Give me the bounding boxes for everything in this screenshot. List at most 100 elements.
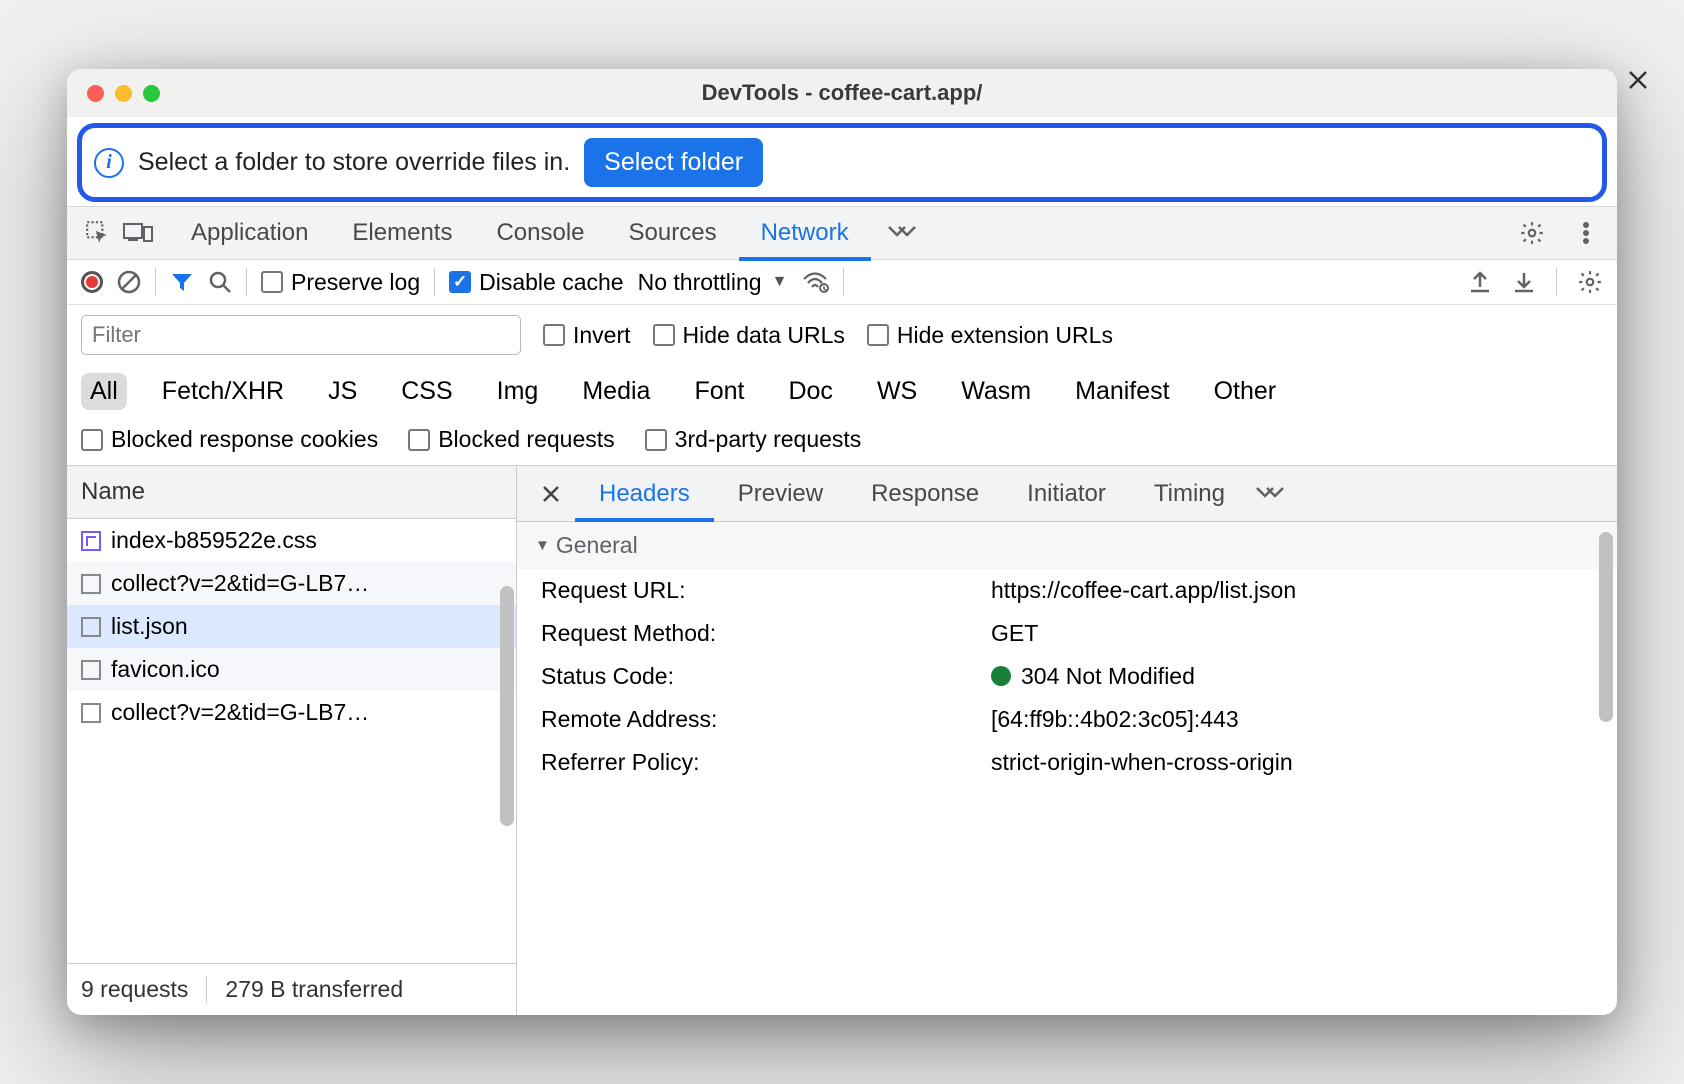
request-count: 9 requests (81, 976, 188, 1003)
kv-key: Request Method: (541, 620, 991, 647)
invert-checkbox[interactable]: Invert (543, 322, 631, 349)
network-settings-icon[interactable] (1577, 269, 1603, 295)
disable-cache-checkbox[interactable]: Disable cache (449, 269, 623, 296)
document-icon (81, 703, 101, 723)
main-tabs-bar: Application Elements Console Sources Net… (67, 206, 1617, 260)
device-toggle-icon[interactable] (121, 216, 155, 250)
request-name: favicon.ico (111, 656, 220, 683)
detail-tab-preview[interactable]: Preview (714, 466, 847, 522)
third-party-checkbox[interactable]: 3rd-party requests (645, 426, 862, 453)
invert-label: Invert (573, 322, 631, 349)
hide-extension-urls-checkbox[interactable]: Hide extension URLs (867, 322, 1113, 349)
type-img[interactable]: Img (488, 373, 548, 410)
column-header-name[interactable]: Name (67, 466, 516, 519)
separator (843, 268, 844, 296)
type-all[interactable]: All (81, 373, 127, 410)
more-detail-tabs-icon[interactable] (1255, 484, 1285, 504)
preserve-log-checkbox[interactable]: Preserve log (261, 269, 420, 296)
kv-row: Request URL:https://coffee-cart.app/list… (517, 569, 1617, 612)
request-row[interactable]: collect?v=2&tid=G-LB7… (67, 562, 516, 605)
filter-icon[interactable] (170, 270, 194, 294)
checkbox-icon (408, 429, 430, 451)
infobar-container: i Select a folder to store override file… (67, 117, 1617, 206)
detail-tab-initiator[interactable]: Initiator (1003, 466, 1130, 522)
inspect-icon[interactable] (81, 216, 115, 250)
close-detail-icon[interactable] (527, 484, 575, 504)
titlebar: DevTools - coffee-cart.app/ (67, 69, 1617, 117)
network-conditions-icon[interactable] (801, 270, 829, 294)
resource-types-bar: All Fetch/XHR JS CSS Img Media Font Doc … (67, 365, 1617, 418)
minimize-window-button[interactable] (115, 85, 132, 102)
checkbox-icon (867, 324, 889, 346)
tab-console[interactable]: Console (474, 205, 606, 261)
download-har-icon[interactable] (1512, 269, 1536, 295)
request-list: Name index-b859522e.css collect?v=2&tid=… (67, 466, 517, 1015)
select-folder-button[interactable]: Select folder (584, 138, 763, 187)
request-row[interactable]: index-b859522e.css (67, 519, 516, 562)
type-css[interactable]: CSS (392, 373, 461, 410)
blocked-requests-label: Blocked requests (438, 426, 614, 453)
blocked-requests-checkbox[interactable]: Blocked requests (408, 426, 614, 453)
throttling-select[interactable]: No throttling ▼ (638, 269, 788, 296)
kv-value: GET (991, 620, 1038, 647)
scrollbar-thumb[interactable] (1599, 532, 1613, 722)
hide-data-urls-checkbox[interactable]: Hide data URLs (653, 322, 845, 349)
scrollbar-thumb[interactable] (500, 586, 514, 826)
settings-icon[interactable] (1515, 216, 1549, 250)
hide-ext-label: Hide extension URLs (897, 322, 1113, 349)
request-rows: index-b859522e.css collect?v=2&tid=G-LB7… (67, 519, 516, 963)
tab-network[interactable]: Network (739, 205, 871, 261)
kv-key: Referrer Policy: (541, 749, 991, 776)
detail-tab-response[interactable]: Response (847, 466, 1003, 522)
kebab-menu-icon[interactable] (1569, 216, 1603, 250)
document-icon (81, 574, 101, 594)
type-wasm[interactable]: Wasm (952, 373, 1040, 410)
window-controls (87, 85, 160, 102)
hide-data-label: Hide data URLs (683, 322, 845, 349)
general-section-header[interactable]: ▼ General (517, 522, 1617, 569)
detail-tabs-bar: Headers Preview Response Initiator Timin… (517, 466, 1617, 522)
request-name: collect?v=2&tid=G-LB7… (111, 570, 369, 597)
type-fetch-xhr[interactable]: Fetch/XHR (153, 373, 293, 410)
tab-elements[interactable]: Elements (330, 205, 474, 261)
override-infobar: i Select a folder to store override file… (77, 123, 1607, 202)
type-other[interactable]: Other (1205, 373, 1286, 410)
block-filters-bar: Blocked response cookies Blocked request… (67, 418, 1617, 466)
close-window-button[interactable] (87, 85, 104, 102)
filter-input[interactable] (81, 315, 521, 355)
blocked-cookies-checkbox[interactable]: Blocked response cookies (81, 426, 378, 453)
request-detail: Headers Preview Response Initiator Timin… (517, 466, 1617, 1015)
clear-button[interactable] (117, 270, 141, 294)
request-row[interactable]: collect?v=2&tid=G-LB7… (67, 691, 516, 734)
detail-tab-timing[interactable]: Timing (1130, 466, 1249, 522)
kv-key: Remote Address: (541, 706, 991, 733)
type-font[interactable]: Font (685, 373, 753, 410)
record-button[interactable] (81, 271, 103, 293)
kv-row: Remote Address:[64:ff9b::4b02:3c05]:443 (517, 698, 1617, 741)
request-row[interactable]: favicon.ico (67, 648, 516, 691)
upload-har-icon[interactable] (1468, 269, 1492, 295)
main-tabs: Application Elements Console Sources Net… (169, 205, 871, 261)
type-manifest[interactable]: Manifest (1066, 373, 1178, 410)
kv-value: 304 Not Modified (991, 663, 1195, 690)
tab-application[interactable]: Application (169, 205, 330, 261)
checkbox-icon (645, 429, 667, 451)
status-dot-icon (991, 666, 1011, 686)
kv-key: Request URL: (541, 577, 991, 604)
zoom-window-button[interactable] (143, 85, 160, 102)
third-party-label: 3rd-party requests (675, 426, 862, 453)
type-doc[interactable]: Doc (779, 373, 841, 410)
kv-value: https://coffee-cart.app/list.json (991, 577, 1296, 604)
infobar-message: Select a folder to store override files … (138, 148, 570, 177)
type-ws[interactable]: WS (868, 373, 926, 410)
more-tabs-icon[interactable] (887, 223, 917, 243)
request-row[interactable]: list.json (67, 605, 516, 648)
request-name: collect?v=2&tid=G-LB7… (111, 699, 369, 726)
status-text: 304 Not Modified (1021, 663, 1195, 689)
search-icon[interactable] (208, 270, 232, 294)
type-js[interactable]: JS (319, 373, 366, 410)
request-name: list.json (111, 613, 188, 640)
tab-sources[interactable]: Sources (607, 205, 739, 261)
detail-tab-headers[interactable]: Headers (575, 466, 714, 522)
type-media[interactable]: Media (573, 373, 659, 410)
